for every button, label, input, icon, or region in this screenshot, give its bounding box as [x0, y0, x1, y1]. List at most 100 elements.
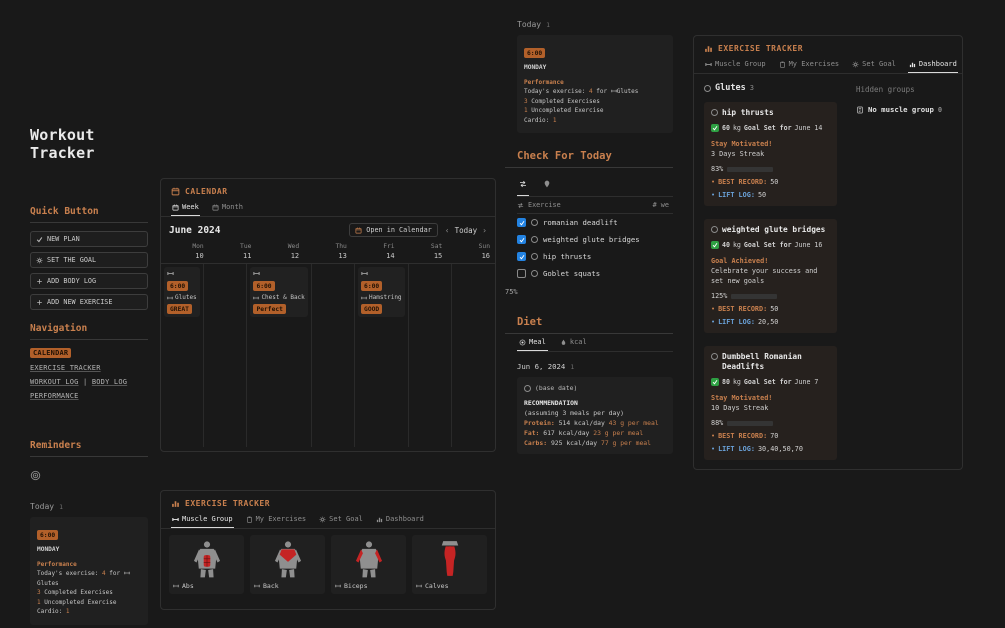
dumbbell-icon: [254, 583, 260, 589]
sidebar-item-performance[interactable]: PERFORMANCE: [30, 392, 148, 400]
exercise-goal-card[interactable]: hip thrusts 60 kg Goal Set for June 14 Stay…: [704, 102, 837, 206]
tab-set-goal[interactable]: Set Goal: [851, 57, 897, 73]
checklist-row[interactable]: Goblet squats: [517, 265, 673, 282]
sidebar-item-workout-log[interactable]: WORKOUT LOG: [30, 378, 79, 386]
diet-card[interactable]: (base date) RECOMMENDATION (assuming 3 m…: [517, 377, 673, 454]
exercise-column-header[interactable]: Exercise: [528, 201, 561, 209]
calendar-cell-sun[interactable]: [452, 264, 495, 447]
muscle-diagram-back: [254, 538, 321, 580]
tab-meal[interactable]: Meal: [517, 334, 548, 351]
sidebar-item-body-log[interactable]: BODY LOG: [92, 378, 127, 386]
exercise-goal-card[interactable]: Dumbbell Romanian Deadlifts 80 kg Goal Set…: [704, 346, 837, 460]
event-rating-badge: GOOD: [361, 304, 383, 314]
check-for-today-heading: Check For Today: [505, 150, 673, 168]
dashboard-panel-heading: EXERCISE TRACKER: [694, 36, 962, 57]
reminder-uncompleted: 1 Uncompleted Exercise: [524, 107, 604, 114]
calendar-cell-mon[interactable]: 6:00 Glutes GREAT: [161, 264, 205, 447]
exercise-goal-card[interactable]: weighted glute bridges 40 kg Goal Set for J…: [704, 219, 837, 333]
tab-set-goal[interactable]: Set Goal: [318, 512, 364, 528]
exercise-label: romanian deadlift: [543, 218, 618, 227]
calendar-event[interactable]: 6:00 Hamstring GOOD: [358, 267, 405, 317]
reminder-completed: 3 Completed Exercises: [524, 97, 600, 105]
dumbbell-icon: [173, 583, 179, 589]
status-title: Goal Achieved!: [711, 257, 769, 265]
goal-check-icon: [711, 378, 719, 386]
swap-arrows-icon: [519, 180, 527, 188]
view-tab-pinned[interactable]: [541, 168, 553, 196]
calendar-cell-fri[interactable]: 6:00 Hamstring GOOD: [355, 264, 409, 447]
checklist-row[interactable]: romanian deadlift: [517, 214, 673, 231]
checklist-row[interactable]: hip thrusts: [517, 248, 673, 265]
next-week-button[interactable]: ›: [482, 226, 487, 235]
checkbox-checked[interactable]: [517, 218, 526, 227]
sidebar: Workout Tracker Quick Button NEW PLAN SE…: [30, 126, 148, 625]
chart-icon: [909, 61, 916, 68]
chart-icon: [376, 516, 383, 523]
sidebar-item-exercise-tracker[interactable]: EXERCISE TRACKER: [30, 364, 148, 372]
event-rating-badge: Perfect: [253, 304, 286, 314]
open-in-calendar-button[interactable]: Open in Calendar: [349, 223, 438, 237]
reminder-card[interactable]: 6:00 MONDAY Performance Today's exercise…: [30, 517, 148, 625]
muscle-diagram-calves: [416, 538, 483, 580]
tab-muscle-group[interactable]: Muscle Group: [171, 512, 234, 528]
reminder-exercise-line: Today's exercise: 4 for Glutes: [37, 569, 141, 588]
weight-column-header[interactable]: # we: [653, 201, 669, 209]
diet-date-label: Jun 6, 2024: [517, 362, 566, 371]
checkbox-checked[interactable]: [517, 235, 526, 244]
calendar-panel: CALENDAR Week Month June 2024 Open in Ca…: [160, 178, 496, 452]
reminder-uncompleted: 1 Uncompleted Exercise: [37, 598, 117, 606]
clipboard-icon: [246, 516, 253, 523]
muscle-card-back[interactable]: Back: [250, 535, 325, 594]
tab-my-exercises[interactable]: My Exercises: [778, 57, 841, 73]
exercise-label: hip thrusts: [543, 252, 592, 261]
status-sub: Celebrate your success and set new goals: [711, 267, 818, 285]
new-plan-button[interactable]: NEW PLAN: [30, 231, 148, 247]
prev-week-button[interactable]: ‹: [445, 226, 450, 235]
tab-month[interactable]: Month: [211, 200, 244, 216]
muscle-card-abs[interactable]: Abs: [169, 535, 244, 594]
reminder-completed: 3 Completed Exercises: [37, 589, 113, 596]
check-icon: [36, 236, 43, 243]
view-tab-table[interactable]: [517, 168, 529, 196]
checkbox-unchecked[interactable]: [517, 269, 526, 278]
reminders-heading: Reminders: [30, 440, 148, 457]
page-title: Workout Tracker: [30, 126, 95, 162]
dumbbell-icon: [361, 295, 367, 301]
calendar-cell-thu[interactable]: [312, 264, 356, 447]
add-body-log-button[interactable]: ADD BODY LOG: [30, 273, 148, 289]
calendar-panel-heading: CALENDAR: [161, 179, 495, 200]
recommendation-heading: RECOMMENDATION: [524, 399, 578, 407]
calendar-today-button[interactable]: Today: [455, 226, 478, 235]
exercise-ring-icon: [531, 219, 538, 226]
calendar-cell-sat[interactable]: [409, 264, 452, 447]
muscle-card-biceps[interactable]: Biceps: [331, 535, 406, 594]
tab-my-exercises[interactable]: My Exercises: [245, 512, 308, 528]
tab-kcal[interactable]: kcal: [558, 334, 589, 351]
progress-bar: [727, 420, 774, 426]
exercise-ring-icon: [531, 270, 538, 277]
hidden-group-item[interactable]: No muscle group 0: [856, 105, 942, 114]
sidebar-item-calendar[interactable]: CALENDAR: [30, 348, 72, 358]
tab-dashboard[interactable]: Dashboard: [375, 512, 425, 528]
status-title: Stay Motivated!: [711, 140, 773, 148]
reminder-day: MONDAY: [37, 546, 60, 553]
calendar-event[interactable]: 6:00 Chest & Back Perfect: [250, 267, 308, 317]
set-goal-button[interactable]: SET THE GOAL: [30, 252, 148, 268]
calendar-cell-wed[interactable]: 6:00 Chest & Back Perfect: [247, 264, 312, 447]
tab-week[interactable]: Week: [171, 200, 200, 216]
tab-dashboard[interactable]: Dashboard: [907, 57, 958, 73]
dumbbell-icon: [253, 270, 260, 277]
reminder-card[interactable]: 6:00 MONDAY Performance Today's exercise…: [517, 35, 673, 133]
status-sub: 10 Days Streak: [711, 404, 769, 412]
checklist-row[interactable]: weighted glute bridges: [517, 231, 673, 248]
exercise-column-icon: [517, 202, 524, 209]
calendar-event[interactable]: 6:00 Glutes GREAT: [164, 267, 201, 317]
calendar-cell-tue[interactable]: [204, 264, 248, 447]
muscle-card-calves[interactable]: Calves: [412, 535, 487, 594]
reminder-cardio: Cardio: 1: [524, 116, 557, 124]
add-new-exercise-button[interactable]: ADD NEW EXERCISE: [30, 294, 148, 310]
checkbox-checked[interactable]: [517, 252, 526, 261]
exercise-ring-icon: [531, 253, 538, 260]
today-count: 1: [59, 503, 64, 511]
tab-muscle-group[interactable]: Muscle Group: [704, 57, 767, 73]
